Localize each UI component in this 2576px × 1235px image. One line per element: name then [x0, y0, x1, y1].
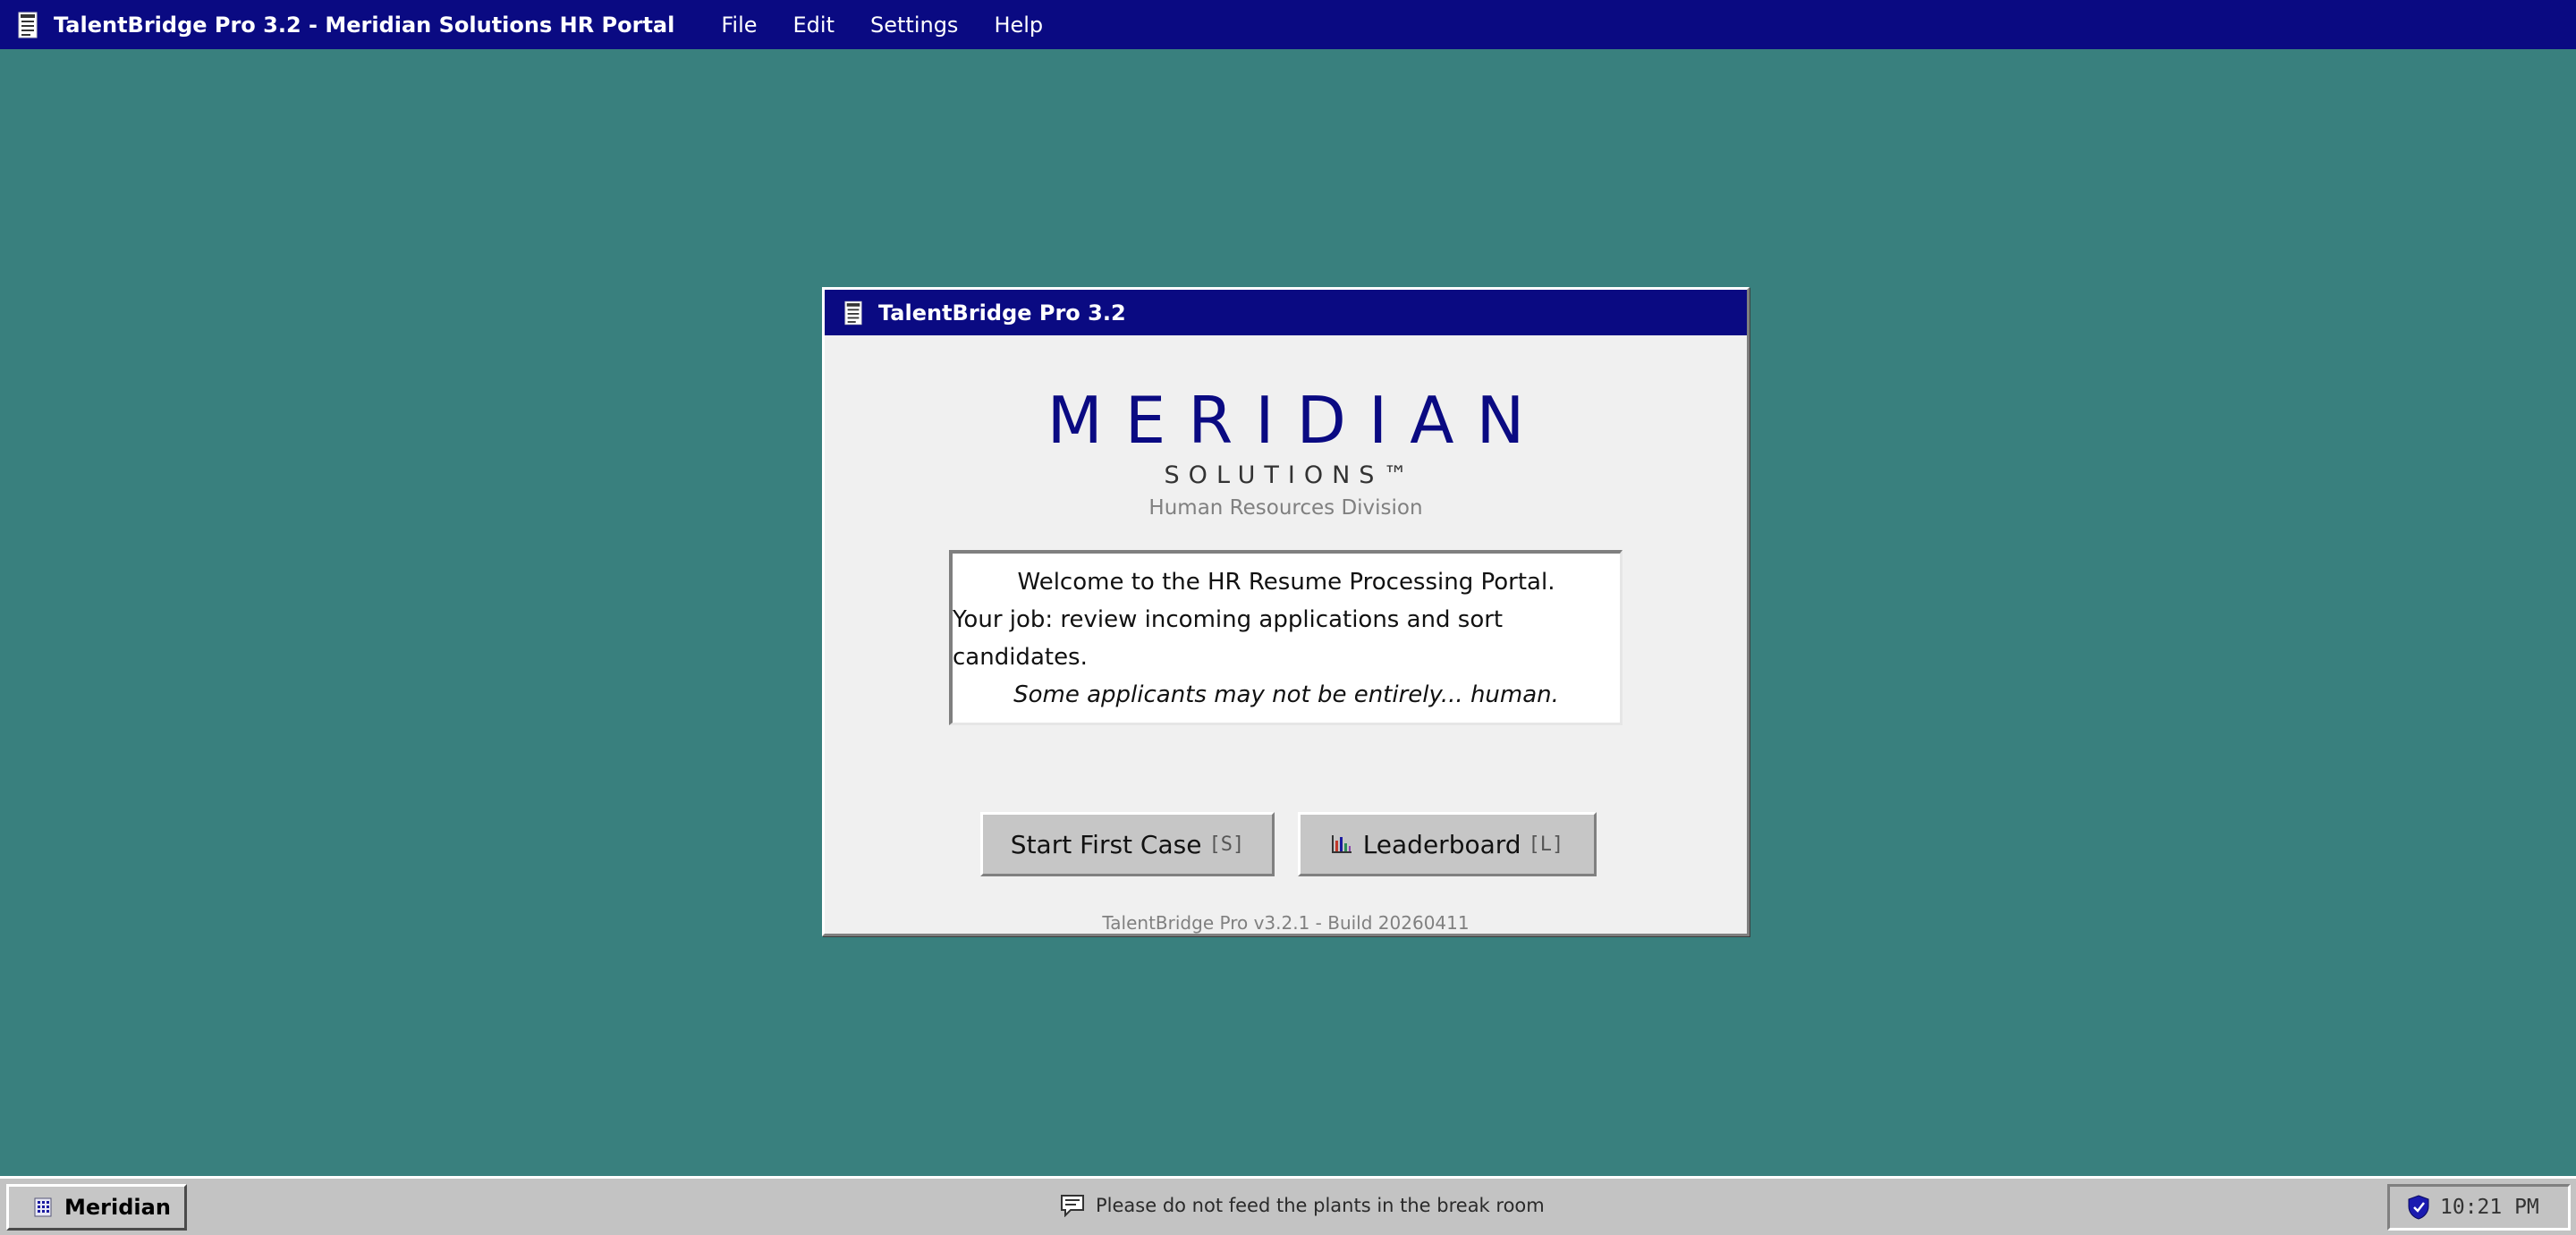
start-button-label: Meridian	[64, 1195, 171, 1220]
chat-bubble-icon	[1061, 1195, 1084, 1217]
news-ticker: Please do not feed the plants in the bre…	[1060, 1189, 1545, 1222]
document-icon	[844, 300, 862, 325]
grid-icon	[34, 1197, 52, 1217]
dialog-titlebar[interactable]: TalentBridge Pro 3.2	[825, 290, 1747, 335]
welcome-message-box: Welcome to the HR Resume Processing Port…	[949, 550, 1623, 725]
menu-file[interactable]: File	[721, 13, 757, 38]
main-menu: File Edit Settings Help	[721, 13, 1079, 38]
warning-line: Some applicants may not be entirely... h…	[1013, 681, 1559, 708]
app-menubar: TalentBridge Pro 3.2 - Meridian Solution…	[0, 0, 2576, 49]
system-tray: 10:21 PM	[2387, 1184, 2571, 1231]
menu-edit[interactable]: Edit	[793, 13, 835, 38]
start-button-label: Start First Case	[1010, 829, 1202, 859]
ticker-text: Please do not feed the plants in the bre…	[1096, 1195, 1545, 1216]
bar-chart-icon	[1331, 835, 1352, 853]
start-first-case-button[interactable]: Start First Case [S]	[980, 812, 1275, 876]
start-button[interactable]: Meridian	[6, 1184, 187, 1231]
job-description-line: Your job: review incoming applications a…	[953, 605, 1504, 671]
start-button-hotkey: [S]	[1208, 833, 1245, 856]
welcome-dialog: TalentBridge Pro 3.2 MERIDIAN SOLUTIONS™…	[822, 287, 1750, 936]
leaderboard-button-hotkey: [L]	[1528, 833, 1564, 856]
build-info: TalentBridge Pro v3.2.1 - Build 20260411	[1102, 912, 1470, 934]
window-title: TalentBridge Pro 3.2 - Meridian Solution…	[54, 12, 675, 38]
menu-settings[interactable]: Settings	[870, 13, 958, 38]
welcome-line: Welcome to the HR Resume Processing Port…	[1017, 568, 1555, 596]
document-icon	[18, 12, 38, 38]
taskbar: Meridian Please do not feed the plants i…	[0, 1176, 2576, 1235]
dialog-body: MERIDIAN SOLUTIONS™ Human Resources Divi…	[825, 335, 1747, 934]
shield-icon[interactable]	[2408, 1195, 2429, 1220]
dialog-title: TalentBridge Pro 3.2	[878, 300, 1126, 326]
brand-logo-name: MERIDIAN	[1046, 383, 1547, 458]
leaderboard-button[interactable]: Leaderboard [L]	[1298, 812, 1597, 876]
clock: 10:21 PM	[2440, 1196, 2539, 1219]
division-label: Human Resources Division	[1148, 496, 1423, 520]
leaderboard-button-label: Leaderboard	[1362, 829, 1521, 859]
brand-logo-subtitle: SOLUTIONS™	[1164, 461, 1417, 489]
menu-help[interactable]: Help	[994, 13, 1043, 38]
